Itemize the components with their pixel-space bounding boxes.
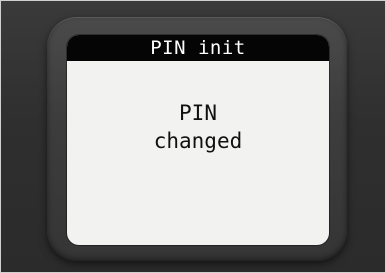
device-body: PIN init PIN changed — [0, 0, 386, 273]
status-message-line-1: PIN — [179, 101, 217, 125]
screen-title: PIN init — [67, 35, 329, 61]
status-message-line-2: changed — [153, 129, 243, 153]
display-screen: PIN init PIN changed — [67, 35, 329, 245]
status-message: PIN changed — [67, 99, 329, 155]
